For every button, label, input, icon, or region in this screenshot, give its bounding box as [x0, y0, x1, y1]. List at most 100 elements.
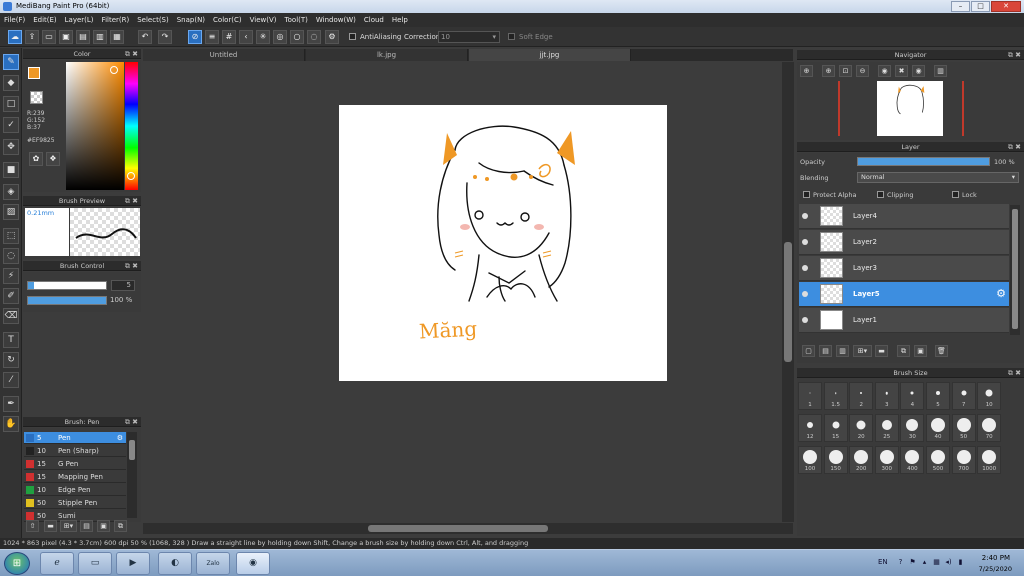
foreground-color-swatch[interactable]: [28, 67, 40, 79]
menu-window[interactable]: Window(W): [316, 16, 356, 24]
brush-size-option[interactable]: 1: [798, 382, 822, 410]
cloud-icon[interactable]: ☁: [8, 30, 22, 44]
color-history-icon[interactable]: ❖: [46, 152, 60, 166]
pen-tool-icon[interactable]: ✎: [3, 54, 19, 70]
minimize-button[interactable]: –: [951, 1, 970, 12]
brush-add-icon[interactable]: ⇧: [26, 520, 39, 532]
tab-jjt[interactable]: jjt.jpg: [469, 49, 631, 61]
correction-select[interactable]: 10 ▾: [438, 31, 500, 43]
brush-size-option[interactable]: 700: [951, 446, 976, 474]
duplicate-layer-icon[interactable]: ⧉: [897, 345, 910, 357]
brush-size-slider[interactable]: [27, 281, 107, 290]
brush-size-option[interactable]: 50: [951, 414, 976, 442]
lasso-tool-icon[interactable]: ◌: [3, 248, 19, 264]
brush-size-option[interactable]: 70: [977, 414, 1002, 442]
layer-row[interactable]: Layer3: [799, 256, 1009, 281]
new-layer-icon[interactable]: ▢: [802, 345, 815, 357]
brush-size-option[interactable]: 25: [874, 414, 899, 442]
palette-icon[interactable]: ✿: [29, 152, 43, 166]
lock-checkbox[interactable]: [952, 191, 959, 198]
layer-menu-icon[interactable]: ⊞▾: [853, 345, 872, 357]
new-halftone-layer-icon[interactable]: ▤: [819, 345, 832, 357]
panel-close-icon[interactable]: ⧉ ✖: [125, 261, 138, 271]
brush-size-option[interactable]: 1000: [977, 446, 1002, 474]
brush-size-option[interactable]: 3: [874, 382, 899, 410]
panel-close-icon[interactable]: ⧉ ✖: [125, 49, 138, 59]
fill-rect-tool-icon[interactable]: ■: [3, 162, 19, 178]
notification-icon[interactable]: ▮: [956, 558, 965, 567]
brush-item[interactable]: 10 Edge Pen: [24, 484, 126, 496]
language-indicator[interactable]: EN: [878, 558, 888, 566]
zoom-in-small-icon[interactable]: ⊕: [822, 65, 835, 77]
navigator-thumbnail[interactable]: [877, 81, 943, 136]
menu-filter[interactable]: Filter(R): [102, 16, 130, 24]
select-pen-tool-icon[interactable]: ✐: [3, 288, 19, 304]
brush-item[interactable]: 10 Pen (Sharp): [24, 445, 126, 457]
snap-circle-icon[interactable]: ◎: [273, 30, 287, 44]
brush-size-option[interactable]: 7: [951, 382, 976, 410]
panel-close-icon[interactable]: ⧉ ✖: [1008, 50, 1021, 60]
brush-size-option[interactable]: 20: [849, 414, 874, 442]
help-icon[interactable]: ?: [896, 558, 905, 567]
brush-doc-icon[interactable]: ▤: [80, 520, 93, 532]
brush-size-option[interactable]: 300: [874, 446, 899, 474]
brush-item[interactable]: 15 G Pen: [24, 458, 126, 470]
brush-size-option[interactable]: 40: [926, 414, 950, 442]
panel-close-icon[interactable]: ⧉ ✖: [125, 417, 138, 427]
clock-time[interactable]: 2:40 PM: [982, 554, 1010, 562]
clipping-checkbox[interactable]: [877, 191, 884, 198]
panel-close-icon[interactable]: ⧉ ✖: [125, 196, 138, 206]
select-rect-tool-icon[interactable]: ⬚: [3, 228, 19, 244]
gradient-tool-icon[interactable]: ▨: [3, 204, 19, 220]
brush-item[interactable]: 15 Mapping Pen: [24, 471, 126, 483]
menu-edit[interactable]: Edit(E): [33, 16, 56, 24]
layer-opacity-slider[interactable]: [857, 157, 990, 166]
tab-lk[interactable]: lk.jpg: [306, 49, 468, 61]
brush-size-option[interactable]: 2: [849, 382, 874, 410]
soft-edge-checkbox[interactable]: [508, 33, 515, 40]
layer-list-scrollbar[interactable]: [1010, 205, 1020, 335]
layer-row[interactable]: Layer4: [799, 204, 1009, 229]
save-icon[interactable]: ▣: [59, 30, 73, 44]
brush-size-option[interactable]: 12: [798, 414, 822, 442]
tab-untitled[interactable]: Untitled: [143, 49, 305, 61]
coccoc-browser-icon[interactable]: ◐: [158, 552, 192, 575]
brush-size-value[interactable]: 5: [111, 280, 135, 291]
eraser-tool-icon[interactable]: ◆: [3, 75, 19, 91]
merge-layer-icon[interactable]: ▣: [914, 345, 927, 357]
brush-size-option[interactable]: 400: [900, 446, 925, 474]
brush-size-option[interactable]: 150: [823, 446, 848, 474]
gear-icon[interactable]: ⚙: [117, 432, 123, 444]
layer-row[interactable]: Layer1: [799, 308, 1009, 333]
drawing-canvas[interactable]: Măng: [339, 105, 667, 381]
zalo-icon[interactable]: Zalo: [196, 552, 230, 575]
internet-explorer-icon[interactable]: ℯ: [40, 552, 74, 575]
snap-ellipse-icon[interactable]: ○: [290, 30, 304, 44]
brush-item[interactable]: 50 Stipple Pen: [24, 497, 126, 509]
clock-date[interactable]: 7/25/2020: [979, 565, 1012, 573]
menu-tool[interactable]: Tool(T): [285, 16, 308, 24]
eye-icon[interactable]: [802, 291, 808, 297]
eye-icon[interactable]: [802, 239, 808, 245]
blending-select[interactable]: Normal ▾: [857, 172, 1019, 183]
upload-icon[interactable]: ⇪: [25, 30, 39, 44]
actual-size-icon[interactable]: ✖: [895, 65, 908, 77]
menu-select[interactable]: Select(S): [137, 16, 169, 24]
snap-grid-icon[interactable]: #: [222, 30, 236, 44]
brush-item[interactable]: 5 Pen ⚙: [24, 432, 126, 444]
brush-size-option[interactable]: 500: [926, 446, 950, 474]
magic-wand-tool-icon[interactable]: ⚡: [3, 268, 19, 284]
zoom-out-icon[interactable]: ⊖: [856, 65, 869, 77]
brush-size-option[interactable]: 30: [900, 414, 925, 442]
layer-row[interactable]: Layer2: [799, 230, 1009, 255]
export-icon[interactable]: ▦: [110, 30, 124, 44]
snap-perspective-icon[interactable]: ‹: [239, 30, 253, 44]
brush-size-option[interactable]: 200: [849, 446, 874, 474]
flip-icon[interactable]: ▥: [934, 65, 947, 77]
brush-size-option[interactable]: 10: [977, 382, 1002, 410]
file-explorer-icon[interactable]: ▭: [78, 552, 112, 575]
bucket-tool-icon[interactable]: ◈: [3, 184, 19, 200]
menu-view[interactable]: View(V): [250, 16, 277, 24]
page-icon[interactable]: ▥: [93, 30, 107, 44]
brush-menu-icon[interactable]: ⊞▾: [60, 520, 77, 532]
